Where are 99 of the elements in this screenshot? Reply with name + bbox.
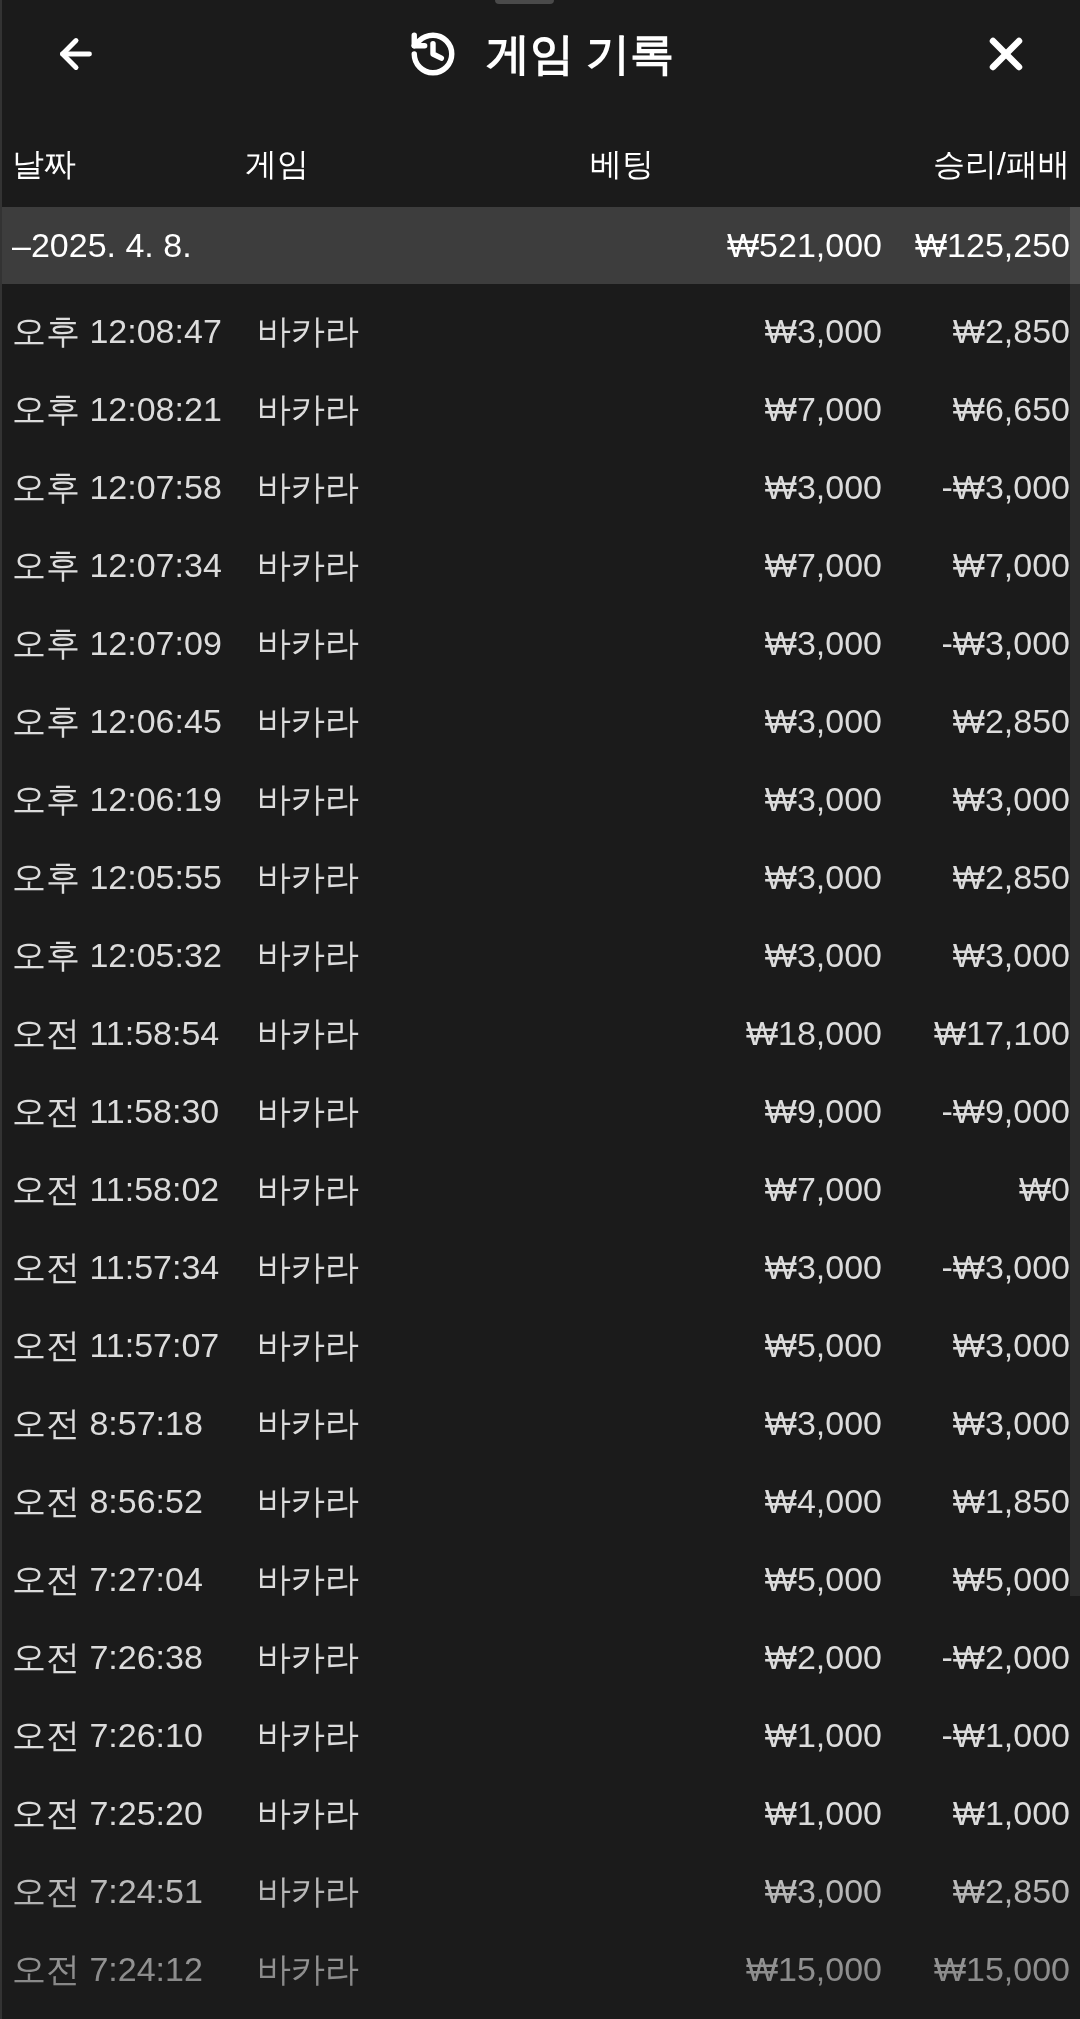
bet-cell-text: ₩3,000 xyxy=(764,856,882,898)
game-cell-text: 바카라 xyxy=(257,1792,359,1834)
result-cell-text: ₩15,000 xyxy=(933,1948,1070,1990)
time-cell-text: 오전 7:26:38 xyxy=(12,1636,203,1678)
game-cell-text: 바카라 xyxy=(257,544,359,586)
column-header: 베팅 xyxy=(590,144,654,184)
total-bet: ₩521,000 xyxy=(727,225,882,266)
bet-cell-text: ₩1,000 xyxy=(764,1714,882,1756)
time-cell-text: 오후 12:07:09 xyxy=(12,622,222,664)
game-cell-text: 바카라 xyxy=(257,466,359,508)
bet-cell-text: ₩3,000 xyxy=(764,700,882,742)
game-cell-text: 바카라 xyxy=(257,1402,359,1444)
bet-cell-text: ₩7,000 xyxy=(764,1168,882,1210)
drag-handle[interactable] xyxy=(495,0,554,4)
bet-cell-text: ₩5,000 xyxy=(764,1558,882,1600)
time-cell-text: 오전 7:25:20 xyxy=(12,1792,203,1834)
bet-cell-text: ₩18,000 xyxy=(745,1012,882,1054)
game-cell-text: 바카라 xyxy=(257,1558,359,1600)
game-cell-text: 바카라 xyxy=(257,310,359,352)
column-header: 승리/패배 xyxy=(933,144,1070,184)
time-cell-text: 오후 12:08:47 xyxy=(12,310,222,352)
result-cell-text: ₩0 xyxy=(1019,1168,1070,1210)
game-cell-text: 바카라 xyxy=(257,700,359,742)
time-cell-text: 오전 11:58:02 xyxy=(12,1168,220,1210)
bet-cell-text: ₩3,000 xyxy=(764,934,882,976)
result-cell-text: -₩2,000 xyxy=(941,1636,1070,1678)
result-cell-text: ₩3,000 xyxy=(952,778,1070,820)
time-cell-text: 오전 7:24:12 xyxy=(12,1948,203,1990)
time-cell-text: 오후 12:07:34 xyxy=(12,544,222,586)
result-cell-text: ₩2,850 xyxy=(952,700,1070,742)
result-cell-text: ₩5,000 xyxy=(952,1558,1070,1600)
bet-cell-text: ₩4,000 xyxy=(764,1480,882,1522)
result-cell-text: ₩2,850 xyxy=(952,856,1070,898)
bet-cell-text: ₩15,000 xyxy=(745,1948,882,1990)
result-cell-text: -₩3,000 xyxy=(941,622,1070,664)
bet-cell-text: ₩1,000 xyxy=(764,1792,882,1834)
result-cell-text: -₩9,000 xyxy=(941,1090,1070,1132)
result-cell-text: ₩3,000 xyxy=(952,1402,1070,1444)
result-cell-text: -₩1,000 xyxy=(941,1714,1070,1756)
date-group-row[interactable]: –2025. 4. 8. ₩521,000 ₩125,250 xyxy=(2,207,1080,284)
time-cell-text: 오전 11:57:07 xyxy=(12,1324,220,1366)
game-cell-text: 바카라 xyxy=(257,1480,359,1522)
time-cell-text: 오후 12:06:19 xyxy=(12,778,222,820)
result-cell-text: ₩3,000 xyxy=(952,934,1070,976)
game-cell-text: 바카라 xyxy=(257,1246,359,1288)
time-cell-text: 오후 12:07:58 xyxy=(12,466,222,508)
game-cell-text: 바카라 xyxy=(257,1714,359,1756)
bet-cell-text: ₩5,000 xyxy=(764,1324,882,1366)
result-cell-text: ₩3,000 xyxy=(952,1324,1070,1366)
result-cell-text: ₩6,650 xyxy=(952,388,1070,430)
result-cell-text: ₩17,100 xyxy=(933,1012,1070,1054)
result-cell-text: ₩2,850 xyxy=(952,310,1070,352)
bet-cell-text: ₩2,000 xyxy=(764,1636,882,1678)
scrollbar-thumb[interactable] xyxy=(1070,207,1080,1596)
column-header: 게임 xyxy=(245,144,309,184)
window-title: 게임 기록 xyxy=(485,32,675,76)
bet-cell-text: ₩3,000 xyxy=(764,466,882,508)
time-cell-text: 오후 12:05:32 xyxy=(12,934,222,976)
time-cell-text: 오전 7:27:04 xyxy=(12,1558,203,1600)
bet-cell-text: ₩3,000 xyxy=(764,1246,882,1288)
bet-cell-text: ₩3,000 xyxy=(764,1402,882,1444)
bet-cell-text: ₩3,000 xyxy=(764,310,882,352)
time-cell-text: 오후 12:08:21 xyxy=(12,388,222,430)
total-result: ₩125,250 xyxy=(915,225,1070,266)
game-cell-text: 바카라 xyxy=(257,778,359,820)
result-cell-text: ₩1,850 xyxy=(952,1480,1070,1522)
time-cell-text: 오전 8:56:52 xyxy=(12,1480,203,1522)
time-cell-text: 오후 12:05:55 xyxy=(12,856,222,898)
game-cell-text: 바카라 xyxy=(257,622,359,664)
bet-cell-text: ₩9,000 xyxy=(764,1090,882,1132)
bet-cell-text: ₩3,000 xyxy=(764,622,882,664)
result-cell-text: ₩2,850 xyxy=(952,1870,1070,1912)
game-cell-text: 바카라 xyxy=(257,856,359,898)
game-cell-text: 바카라 xyxy=(257,1012,359,1054)
game-cell-text: 바카라 xyxy=(257,1870,359,1912)
column-header: 날짜 xyxy=(12,144,76,184)
game-cell-text: 바카라 xyxy=(257,1324,359,1366)
time-cell-text: 오전 11:58:54 xyxy=(12,1012,220,1054)
bet-cell-text: ₩7,000 xyxy=(764,388,882,430)
result-cell-text: -₩3,000 xyxy=(941,1246,1070,1288)
game-cell-text: 바카라 xyxy=(257,1948,359,1990)
result-cell-text: ₩1,000 xyxy=(952,1792,1070,1834)
game-cell-text: 바카라 xyxy=(257,1636,359,1678)
time-cell-text: 오전 8:57:18 xyxy=(12,1402,203,1444)
bet-cell-text: ₩3,000 xyxy=(764,778,882,820)
game-cell-text: 바카라 xyxy=(257,1090,359,1132)
time-cell-text: 오전 7:24:51 xyxy=(12,1870,203,1912)
result-cell-text: ₩7,000 xyxy=(952,544,1070,586)
time-cell-text: 오후 12:06:45 xyxy=(12,700,222,742)
bet-cell-text: ₩7,000 xyxy=(764,544,882,586)
game-cell-text: 바카라 xyxy=(257,1168,359,1210)
time-cell-text: 오전 11:58:30 xyxy=(12,1090,220,1132)
game-cell-text: 바카라 xyxy=(257,388,359,430)
bet-cell-text: ₩3,000 xyxy=(764,1870,882,1912)
time-cell-text: 오전 11:57:34 xyxy=(12,1246,220,1288)
date-group-label: –2025. 4. 8. xyxy=(12,225,192,266)
time-cell-text: 오전 7:26:10 xyxy=(12,1714,203,1756)
result-cell-text: -₩3,000 xyxy=(941,466,1070,508)
game-cell-text: 바카라 xyxy=(257,934,359,976)
